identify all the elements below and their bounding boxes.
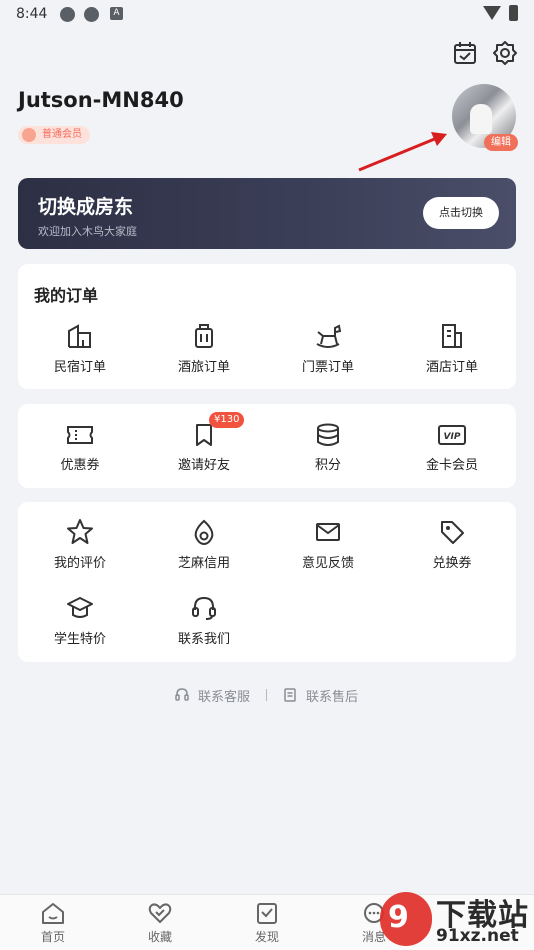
tab-favorites[interactable]: 收藏 bbox=[130, 901, 190, 945]
tab-label: 收藏 bbox=[147, 930, 172, 944]
benefit-item-label: 邀请好友 bbox=[177, 458, 230, 473]
watermark-url: 91xz.net bbox=[436, 926, 519, 946]
star-icon bbox=[67, 519, 93, 544]
contact-customer-service-link[interactable]: 联系客服 bbox=[198, 686, 250, 705]
hotel-icon bbox=[442, 324, 462, 348]
benefit-item-points[interactable]: 积分 bbox=[266, 422, 390, 473]
benefits-card: 优惠券 邀请好友 积分 VIP 金卡会员 bbox=[18, 404, 516, 488]
tab-label: 首页 bbox=[40, 930, 65, 944]
coin-stack-icon bbox=[317, 423, 339, 446]
headset-icon bbox=[175, 688, 189, 701]
discover-icon bbox=[257, 903, 277, 924]
headset-icon bbox=[192, 596, 216, 620]
rocking-horse-icon bbox=[316, 324, 342, 348]
service-item-contact[interactable]: 联系我们 bbox=[142, 594, 266, 647]
order-item-label: 民宿订单 bbox=[53, 360, 106, 375]
status-time: 8:44 bbox=[16, 6, 48, 22]
graduation-cap-icon bbox=[67, 597, 93, 618]
service-item-feedback[interactable]: 意见反馈 bbox=[266, 518, 390, 571]
annotation-arrow-icon bbox=[358, 132, 447, 172]
service-item-label: 联系我们 bbox=[177, 632, 230, 647]
house-icon bbox=[68, 324, 91, 348]
service-item-label: 芝麻信用 bbox=[177, 556, 230, 571]
document-icon bbox=[284, 688, 296, 702]
benefit-item-label: 积分 bbox=[314, 458, 341, 473]
envelope-icon bbox=[316, 523, 340, 541]
service-item-student[interactable]: 学生特价 bbox=[18, 594, 142, 647]
support-links: 联系客服 联系售后 bbox=[0, 686, 534, 705]
order-item-label: 酒旅订单 bbox=[177, 360, 230, 375]
notification-app-icon bbox=[60, 7, 75, 22]
orders-card: 我的订单 民宿订单 酒旅订单 门票订单 酒店订单 bbox=[18, 264, 516, 389]
order-item-hotel[interactable]: 酒店订单 bbox=[390, 322, 514, 375]
notification-app-icon bbox=[84, 7, 99, 22]
benefit-item-invite[interactable]: 邀请好友 bbox=[142, 422, 266, 473]
tab-home[interactable]: 首页 bbox=[23, 901, 83, 945]
service-item-sesame-credit[interactable]: 芝麻信用 bbox=[142, 518, 266, 571]
member-level-label: 普通会员 bbox=[42, 129, 82, 140]
banner-title: 切换成房东 bbox=[38, 196, 134, 218]
heart-icon bbox=[148, 903, 172, 923]
calendar-check-icon[interactable] bbox=[452, 40, 478, 66]
benefit-item-label: 优惠券 bbox=[60, 458, 100, 473]
service-item-label: 兑换券 bbox=[432, 556, 472, 571]
order-item-label: 门票订单 bbox=[301, 360, 354, 375]
watermark-logo-icon: 9 bbox=[380, 892, 432, 946]
services-card: 我的评价 芝麻信用 意见反馈 兑换券 学生特价 联系我们 bbox=[18, 502, 516, 662]
order-item-label: 酒店订单 bbox=[425, 360, 478, 375]
service-item-label: 意见反馈 bbox=[301, 556, 354, 571]
member-level-badge[interactable]: 普通会员 bbox=[18, 126, 90, 144]
tab-label: 发现 bbox=[254, 930, 279, 944]
status-bar: 8:44 A bbox=[0, 0, 534, 28]
landlord-switch-banner: 切换成房东 欢迎加入木鸟大家庭 点击切换 bbox=[18, 178, 516, 249]
order-item-homestay[interactable]: 民宿订单 bbox=[18, 322, 142, 375]
banner-subtitle: 欢迎加入木鸟大家庭 bbox=[38, 225, 137, 238]
tab-discover[interactable]: 发现 bbox=[237, 901, 297, 945]
luggage-icon bbox=[195, 324, 213, 348]
member-star-icon bbox=[22, 128, 36, 142]
vip-icon-text: VIP bbox=[444, 432, 461, 442]
benefit-item-label: 金卡会员 bbox=[425, 458, 478, 473]
switch-to-landlord-button[interactable]: 点击切换 bbox=[423, 197, 499, 229]
orders-title: 我的订单 bbox=[34, 286, 99, 305]
home-icon bbox=[42, 903, 64, 924]
ticket-icon bbox=[67, 426, 93, 444]
invite-reward-badge: ¥130 bbox=[209, 412, 245, 428]
footer-divider bbox=[266, 689, 267, 701]
benefit-item-gold-card[interactable]: VIP 金卡会员 bbox=[390, 422, 514, 473]
benefit-item-coupon[interactable]: 优惠券 bbox=[18, 422, 142, 473]
username: Jutson-MN840 bbox=[18, 88, 184, 112]
tag-icon bbox=[441, 521, 464, 544]
battery-icon bbox=[509, 5, 518, 21]
avatar-photo bbox=[470, 104, 492, 134]
gear-icon[interactable] bbox=[492, 40, 518, 66]
notification-a-icon: A bbox=[110, 7, 123, 20]
avatar-edit-button[interactable]: 编辑 bbox=[484, 134, 518, 151]
order-item-ticket[interactable]: 门票订单 bbox=[266, 322, 390, 375]
service-item-label: 学生特价 bbox=[53, 632, 106, 647]
service-item-reviews[interactable]: 我的评价 bbox=[18, 518, 142, 571]
contact-after-sales-link[interactable]: 联系售后 bbox=[306, 686, 358, 705]
site-watermark: 9 下载站 91xz.net bbox=[380, 888, 534, 950]
sesame-credit-icon bbox=[194, 519, 214, 546]
service-item-label: 我的评价 bbox=[53, 556, 106, 571]
vip-icon: VIP bbox=[438, 425, 466, 445]
order-item-travel[interactable]: 酒旅订单 bbox=[142, 322, 266, 375]
wifi-icon bbox=[483, 6, 501, 20]
service-item-voucher[interactable]: 兑换券 bbox=[390, 518, 514, 571]
